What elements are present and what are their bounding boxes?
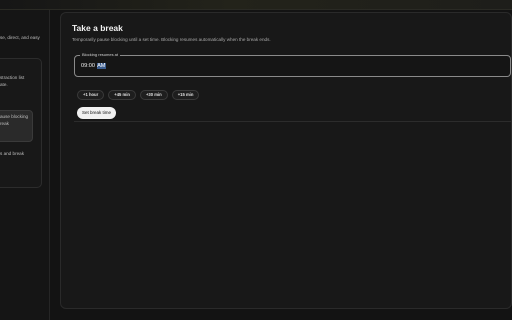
app-window: se, direct, and easy straction list ate.… — [0, 0, 512, 320]
field-label: Blocking resumes at — [80, 52, 121, 57]
sidebar-text: straction list — [0, 75, 25, 80]
top-bar — [0, 0, 512, 10]
preset-15-min-button[interactable]: +15 min — [171, 90, 200, 100]
sidebar-text: s and break — [0, 151, 25, 156]
time-hours[interactable]: 09:00 — [81, 63, 95, 69]
sidebar-text: se, direct, and easy — [0, 35, 40, 40]
sidebar-text: reak — [0, 121, 9, 126]
take-a-break-panel: Take a break Temporarily pause blocking … — [60, 12, 512, 309]
resume-time-field[interactable]: Blocking resumes at 09:00 AM — [74, 52, 511, 77]
time-input[interactable]: 09:00 AM — [81, 63, 106, 69]
sidebar-text: ate. — [0, 82, 8, 87]
left-sidebar: se, direct, and easy straction list ate.… — [0, 10, 50, 320]
preset-chips: +1 hour +45 min +30 min +15 min — [77, 90, 200, 100]
panel-title: Take a break — [72, 23, 123, 33]
panel-subtitle: Temporarily pause blocking until a set t… — [72, 37, 271, 42]
sidebar-text: ause blocking — [0, 114, 29, 119]
preset-45-min-button[interactable]: +45 min — [108, 90, 136, 100]
time-ampm-selected[interactable]: AM — [96, 63, 106, 69]
divider — [74, 121, 511, 122]
preset-1-hour-button[interactable]: +1 hour — [77, 90, 105, 100]
set-break-time-button[interactable]: Set break time — [77, 107, 117, 119]
preset-30-min-button[interactable]: +30 min — [139, 90, 168, 100]
